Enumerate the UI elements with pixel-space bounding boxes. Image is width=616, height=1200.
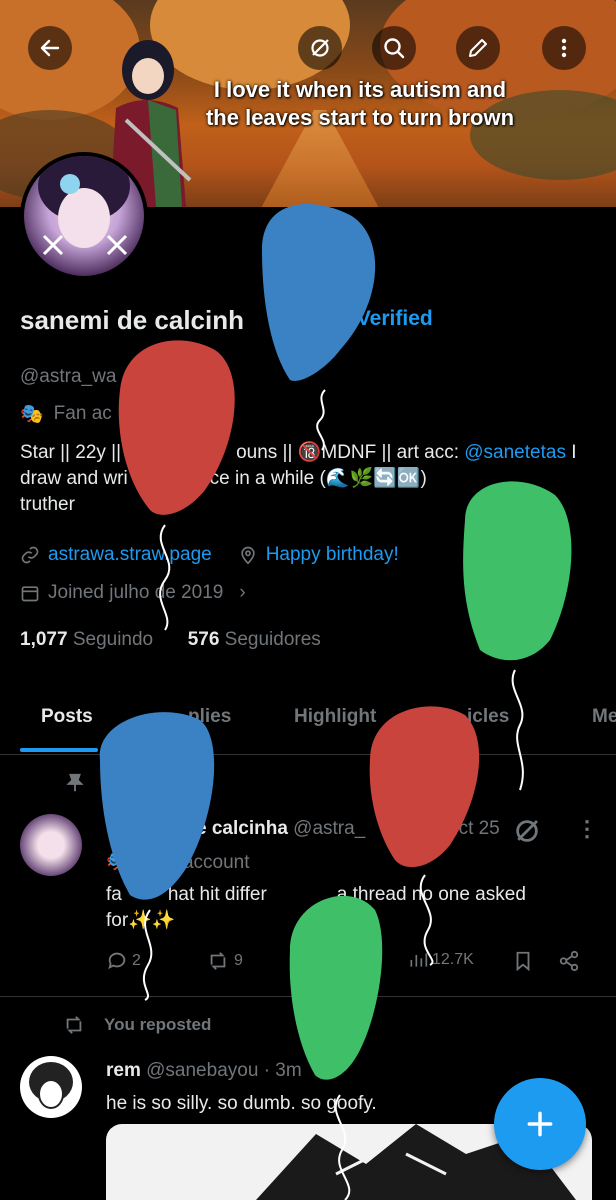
edit-button[interactable]: [456, 26, 500, 70]
share-icon: [559, 950, 579, 972]
post-more-icon[interactable]: ⋮: [576, 816, 598, 842]
profile-avatar[interactable]: [20, 152, 148, 280]
repost-icon: [210, 952, 226, 970]
website-link[interactable]: astrawa.straw.page: [48, 544, 212, 566]
repost-label: You reposted: [104, 1015, 212, 1034]
profile-category: Fan ac: [53, 403, 112, 424]
repost-icon: [66, 1016, 82, 1034]
profile-handle: @astra_wa: [20, 366, 117, 387]
search-icon: [384, 38, 405, 59]
post-actions: 2 9 12.7K: [106, 950, 596, 980]
profile-bio: Star || 22y || ouns || 🔞MDNF || art acc: …: [20, 442, 577, 515]
pin-icon: [66, 773, 84, 792]
post-author-name: rem: [106, 1060, 141, 1081]
grok-icon: [311, 39, 329, 57]
repost-button[interactable]: 9: [206, 950, 243, 972]
tab-highlights[interactable]: Highlight: [294, 706, 376, 728]
reply-icon: [108, 952, 126, 970]
edit-icon: [469, 39, 487, 57]
art-account-link[interactable]: @sanetetas: [464, 442, 566, 463]
back-button[interactable]: [28, 26, 72, 70]
more-vertical-icon: [561, 38, 567, 58]
post-author-handle: @sanebayou: [146, 1060, 259, 1081]
views-chart-icon: [410, 953, 428, 967]
post-header: e calcinha @astra_ ct 25: [196, 818, 500, 839]
back-arrow-icon: [40, 39, 60, 57]
tab-articles[interactable]: icles: [467, 706, 509, 728]
profile-tabs: Posts plies Highlight icles Me: [0, 690, 616, 755]
profile-name: sanemi de calcinh: [20, 305, 244, 335]
theater-masks-icon: 🎭: [106, 852, 130, 873]
post-divider: [0, 996, 616, 997]
link-icon: [21, 546, 39, 564]
theater-masks-icon: 🎭: [20, 404, 44, 425]
bookmark-button[interactable]: [512, 950, 534, 972]
post-text: fa hat hit differ a thread no one asked fo…: [106, 884, 526, 931]
location-text[interactable]: Happy birthday!: [266, 544, 399, 566]
joined-date: Joined julho de 2019: [48, 582, 224, 603]
wave-leaf-emoji-icon: 🌊🌿🔄🆗: [325, 468, 421, 489]
chevron-right-icon[interactable]: ›: [239, 582, 245, 604]
followers-count-link[interactable]: 576 Seguidores: [188, 629, 321, 650]
get-verified-button[interactable]: t Verified: [344, 307, 433, 331]
no-under-18-icon: 🔞: [297, 442, 322, 463]
tab-media[interactable]: Me: [592, 706, 616, 728]
tab-replies[interactable]: plies: [188, 706, 231, 728]
more-options-button[interactable]: [542, 26, 586, 70]
post-time: · 3m: [263, 1060, 302, 1081]
post-text: he is so silly. so dumb. so goofy.: [106, 1093, 377, 1114]
banner-caption: I love it when its autism and the leaves…: [205, 77, 515, 130]
post-avatar[interactable]: [20, 1056, 82, 1118]
views-button[interactable]: 12.7K: [408, 950, 474, 970]
search-button[interactable]: [372, 26, 416, 70]
tab-posts[interactable]: Posts: [41, 706, 93, 728]
grok-button[interactable]: [298, 26, 342, 70]
compose-button[interactable]: [494, 1078, 586, 1170]
post-avatar[interactable]: [20, 814, 82, 876]
plus-icon: [527, 1111, 553, 1137]
grok-icon[interactable]: [512, 816, 542, 846]
location-pin-icon: [241, 546, 255, 565]
reply-button[interactable]: 2: [106, 950, 141, 972]
bookmark-icon: [516, 951, 530, 972]
active-tab-indicator: [20, 748, 98, 752]
following-count-link[interactable]: 1,077 Seguindo: [20, 629, 153, 650]
share-button[interactable]: [558, 950, 580, 972]
post-subtitle: account: [182, 852, 250, 873]
calendar-icon: [21, 586, 39, 602]
